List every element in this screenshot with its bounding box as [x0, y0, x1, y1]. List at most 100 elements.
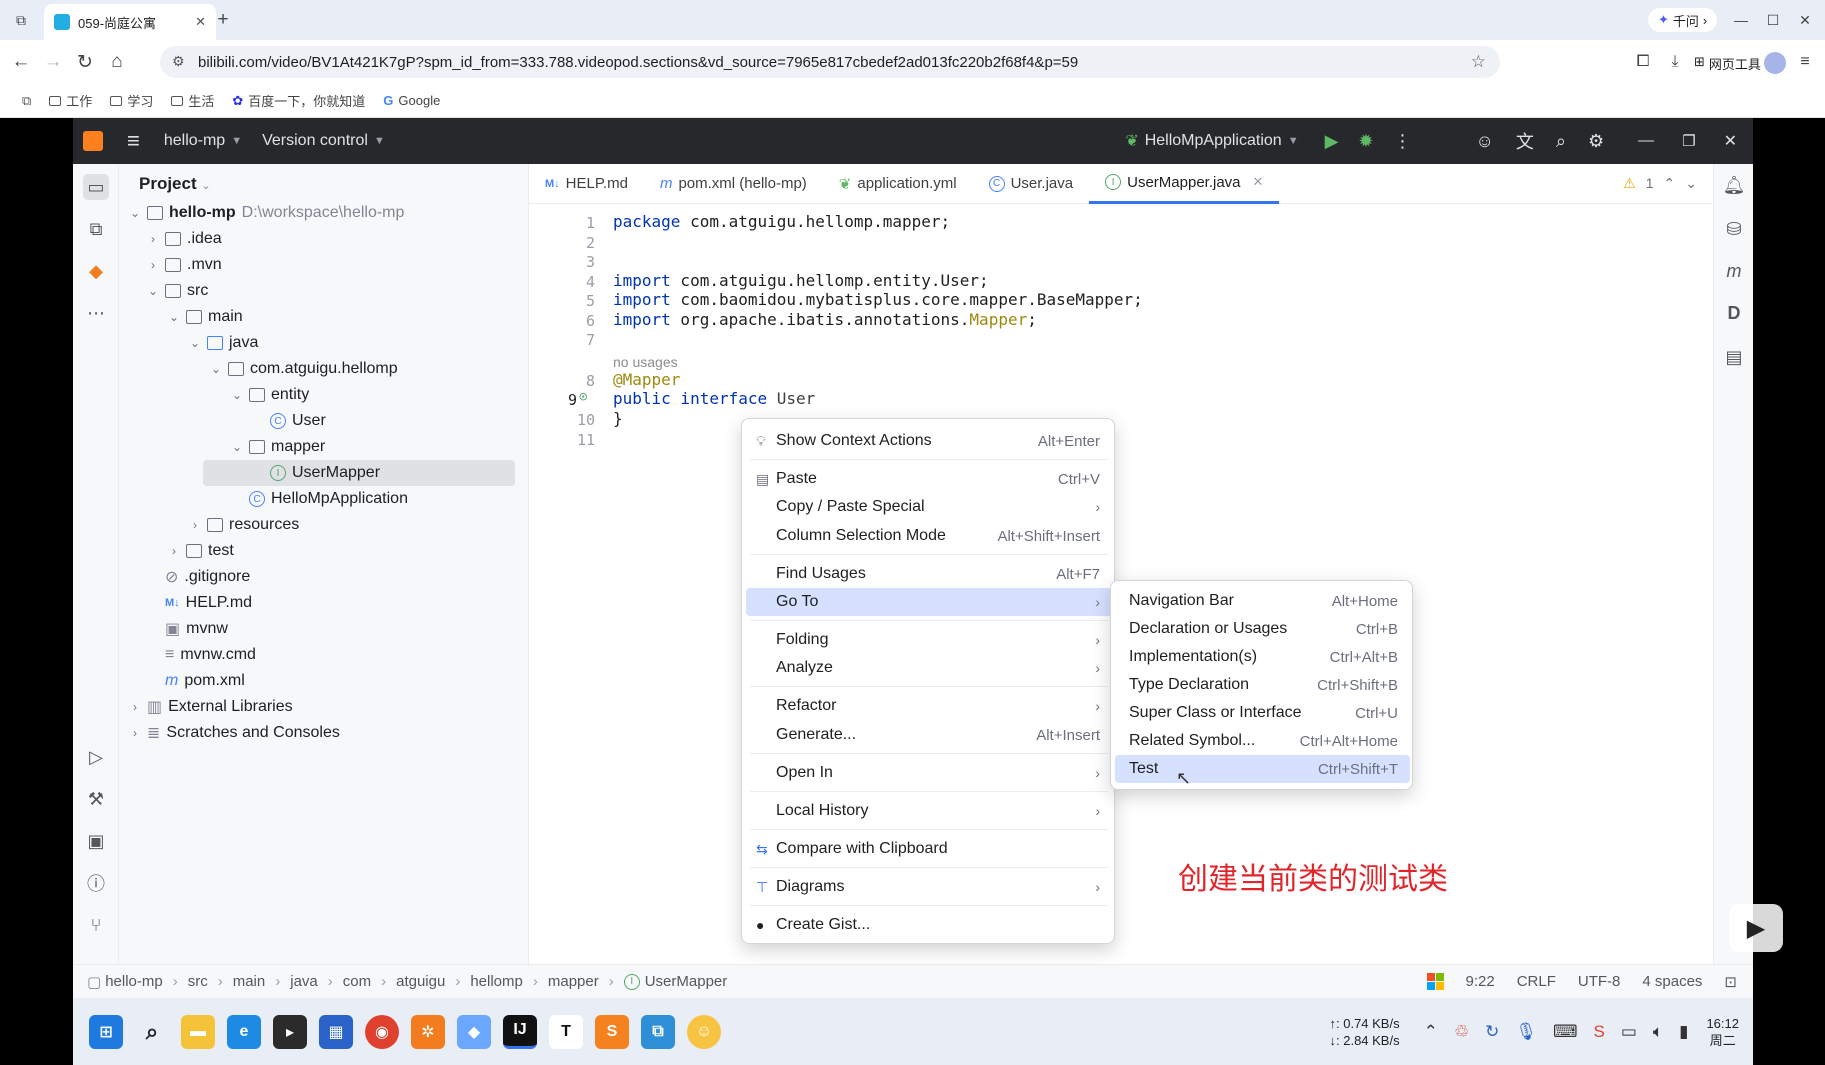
input-method-icon[interactable]: ⌨ — [1553, 1022, 1578, 1042]
bookmark-google[interactable]: G Google — [383, 93, 440, 108]
ide-restore-button[interactable]: ❐ — [1682, 132, 1695, 150]
tree-node-main[interactable]: ⌄ main — [168, 304, 243, 330]
bookmark-study[interactable]: 学习 — [110, 91, 153, 110]
menu-item-find-usages[interactable]: Find Usages Alt+F7 — [746, 560, 1112, 588]
tree-node-pom[interactable]: m pom.xml — [165, 668, 245, 694]
git-tool-icon[interactable]: ⑂ — [83, 912, 109, 938]
edge-browser-icon[interactable]: e — [227, 1014, 261, 1049]
remote-desktop-icon[interactable]: ⧉ — [641, 1014, 675, 1049]
menu-item-refactor[interactable]: Refactor › — [746, 692, 1112, 720]
chevron-right-icon[interactable]: › — [129, 700, 141, 714]
bookmark-star-icon[interactable]: ☆ — [1471, 52, 1486, 72]
run-config-selector[interactable]: ❦ HelloMpApplication ▼ — [1125, 131, 1298, 151]
search-icon[interactable]: ⌕ — [135, 1015, 169, 1049]
apps-icon[interactable]: ⧉ — [22, 93, 31, 109]
tab-help-md[interactable]: M↓ HELP.md — [529, 164, 644, 204]
minimize-button[interactable]: — — [1728, 7, 1754, 33]
menu-item-open-in[interactable]: Open In › — [746, 759, 1112, 787]
reload-button[interactable]: ↻ — [72, 49, 98, 75]
bookmark-work[interactable]: 工作 — [49, 91, 92, 110]
menu-item-local-history[interactable]: Local History › — [746, 797, 1112, 825]
tree-node-hellompapplication[interactable]: C HelloMpApplication — [249, 486, 408, 512]
tab-application-yml[interactable]: ❦ application.yml — [823, 164, 973, 204]
tree-node-resources[interactable]: › resources — [189, 512, 299, 538]
tab-usermapper-java[interactable]: I UserMapper.java ✕ — [1089, 164, 1280, 204]
download-icon[interactable]: ⤓ — [1662, 49, 1688, 75]
menu-item-create-gist[interactable]: ● Create Gist... — [746, 911, 1112, 939]
breadcrumb-item[interactable]: main — [233, 973, 266, 990]
ide-close-button[interactable]: ✕ — [1724, 131, 1737, 151]
chevron-down-icon[interactable]: ⌄ — [231, 440, 243, 454]
tray-s-icon[interactable]: S — [1593, 1022, 1604, 1042]
new-tab-button[interactable]: + — [210, 7, 236, 33]
chevron-down-icon[interactable]: ⌄ — [147, 284, 159, 298]
terminal-tool-icon[interactable]: ▣ — [83, 828, 109, 854]
project-tool-icon[interactable]: ▭ — [83, 174, 109, 200]
chevron-down-icon[interactable]: ⌄ — [1685, 175, 1697, 192]
ide-minimize-button[interactable]: — — [1638, 132, 1654, 150]
chevron-down-icon[interactable]: ⌄ — [231, 388, 243, 402]
breadcrumb-item[interactable]: hellomp — [470, 973, 523, 990]
tree-node-hello-mp[interactable]: ⌄ hello-mp D:\workspace\hello-mp — [129, 200, 404, 226]
code-with-me-icon[interactable]: ☺ — [1476, 131, 1494, 152]
line-separator[interactable]: CRLF — [1517, 973, 1556, 990]
leetcode-plugin-icon[interactable]: ◆ — [83, 258, 109, 284]
tree-node-idea[interactable]: › .idea — [147, 226, 222, 252]
bookmark-life[interactable]: 生活 — [171, 91, 214, 110]
submenu-item-test[interactable]: Test Ctrl+Shift+T — [1115, 755, 1410, 783]
sublime-text-icon[interactable]: S — [595, 1014, 629, 1049]
menu-item-show-context-actions[interactable]: 💡︎ Show Context Actions Alt+Enter — [746, 427, 1112, 455]
battery-icon[interactable]: ▮ — [1679, 1022, 1688, 1042]
chevron-down-icon[interactable]: ⌄ — [189, 336, 201, 350]
d-plugin-icon[interactable]: D — [1721, 300, 1747, 326]
chrome-icon[interactable]: ◉ — [365, 1014, 399, 1049]
tab-close-icon[interactable]: ✕ — [195, 14, 206, 30]
build-tool-icon[interactable]: ⚒ — [83, 786, 109, 812]
address-bar[interactable]: ⚙ bilibili.com/video/BV1At421K7gP?spm_id… — [160, 46, 1500, 78]
tree-node-external-libraries[interactable]: › ▥ External Libraries — [129, 694, 293, 720]
tree-node-test[interactable]: › test — [168, 538, 234, 564]
services-tool-icon[interactable]: ▷ — [83, 744, 109, 770]
chevron-down-icon[interactable]: ⌄ — [168, 310, 180, 324]
breadcrumb-item[interactable]: mapper — [548, 973, 599, 990]
terminal-icon[interactable]: ▸ — [273, 1014, 307, 1049]
volume-icon[interactable]: 🔈︎ — [1653, 1022, 1663, 1042]
project-panel-header[interactable]: Project ⌄ — [139, 174, 211, 194]
menu-item-generate[interactable]: Generate... Alt+Insert — [746, 721, 1112, 749]
forward-button[interactable]: → — [40, 49, 66, 75]
play-button[interactable]: ▶ — [1729, 904, 1783, 952]
submenu-item-related-symbol[interactable]: Related Symbol... Ctrl+Alt+Home — [1115, 727, 1410, 755]
chevron-right-icon[interactable]: › — [147, 258, 159, 272]
tree-node-gitignore[interactable]: ⊘ .gitignore — [165, 564, 250, 590]
breadcrumb-item[interactable]: atguigu — [396, 973, 445, 990]
chevron-right-icon[interactable]: › — [147, 232, 159, 246]
chevron-down-icon[interactable]: ⌄ — [210, 362, 222, 376]
chevron-up-icon[interactable]: ⌃ — [1664, 175, 1676, 192]
submenu-item-super-class[interactable]: Super Class or Interface Ctrl+U — [1115, 699, 1410, 727]
submenu-item-implementations[interactable]: Implementation(s) Ctrl+Alt+B — [1115, 643, 1410, 671]
tree-node-mvn[interactable]: › .mvn — [147, 252, 222, 278]
structure-tool-icon[interactable]: ⧉ — [83, 216, 109, 242]
file-explorer-icon[interactable]: ▬ — [181, 1014, 215, 1049]
tree-node-entity[interactable]: ⌄ entity — [231, 382, 309, 408]
tree-node-scratches[interactable]: › ≣ Scratches and Consoles — [129, 720, 340, 746]
tree-node-package[interactable]: ⌄ com.atguigu.hellomp — [210, 356, 398, 382]
implementations-gutter-icon[interactable]: ⊙ — [579, 389, 587, 405]
chevron-up-icon[interactable]: ⌃ — [1424, 1022, 1438, 1042]
app-cat-icon[interactable]: ☺ — [687, 1014, 721, 1049]
file-encoding[interactable]: UTF-8 — [1578, 973, 1621, 990]
version-control-menu[interactable]: Version control ▼ — [262, 132, 385, 150]
breadcrumb-item[interactable]: hello-mp — [105, 973, 163, 990]
app-orange-icon[interactable]: ✲ — [411, 1014, 445, 1049]
usages-inlay-hint[interactable]: no usages — [613, 354, 678, 370]
breadcrumb-item[interactable]: src — [188, 973, 208, 990]
start-button-icon[interactable]: ⊞ — [89, 1014, 123, 1049]
bookmark-baidu[interactable]: ✿ 百度一下，你就知道 — [232, 91, 365, 110]
sync-icon[interactable]: ↻ — [1485, 1022, 1499, 1042]
debug-icon[interactable]: ✹ — [1358, 131, 1373, 152]
tree-node-usermapper[interactable]: I UserMapper — [203, 460, 515, 486]
notifications-bell-icon[interactable]: 🔔︎ — [1721, 172, 1747, 198]
indent-setting[interactable]: 4 spaces — [1642, 973, 1702, 990]
maven-tool-icon[interactable]: m — [1721, 258, 1747, 284]
chevron-right-icon[interactable]: › — [189, 518, 201, 532]
